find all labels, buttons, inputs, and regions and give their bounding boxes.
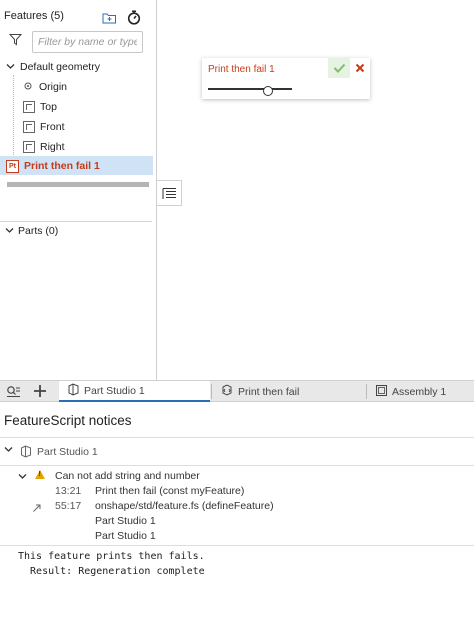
assembly-icon [375,384,388,400]
check-icon [333,63,345,73]
accept-button[interactable] [328,58,350,78]
trace-text: Part Studio 1 [95,530,156,542]
tab-label: Assembly 1 [392,385,447,398]
plane-icon [23,141,35,153]
tree-item-top[interactable]: Top [23,98,57,116]
feature-dialog: Print then fail 1 [202,58,370,99]
tab-label: Part Studio 1 [84,384,145,397]
chevron-down-icon[interactable] [18,472,27,482]
dialog-title: Print then fail 1 [208,64,275,75]
warning-icon [35,470,45,479]
plane-label: Front [40,121,65,133]
chevron-down-icon[interactable] [4,445,13,455]
notice-group-label: Part Studio 1 [37,446,98,458]
close-icon [355,63,365,73]
rollback-bar[interactable] [7,182,149,187]
filter-input[interactable] [32,31,143,53]
plane-icon [23,101,35,113]
tab-assembly-1[interactable]: Assembly 1 [367,381,474,402]
feature-studio-icon [220,383,234,400]
feature-item-label: Print then fail 1 [24,160,100,172]
chevron-down-icon[interactable] [6,61,15,73]
notices-title: FeatureScript notices [4,413,132,428]
tree-item-right[interactable]: Right [23,138,65,156]
features-header: Features (5) [4,10,64,22]
tree-item-front[interactable]: Front [23,118,65,136]
tab-list-menu-icon[interactable] [6,385,21,401]
filter-icon[interactable] [8,33,23,49]
feature-panel: Features (5) Default geometry Origin Top… [0,0,157,380]
trace-text[interactable]: Print then fail (const myFeature) [95,485,244,497]
origin-icon [24,81,32,93]
add-tab-icon[interactable] [33,384,47,401]
notice-message: Can not add string and number [55,470,200,482]
plane-label: Top [40,101,57,113]
trace-line-number[interactable]: 55:17 [55,500,81,512]
divider [0,465,474,466]
feature-item-print-then-fail[interactable]: Pt Print then fail 1 [6,157,100,175]
console-output-line: Result: Regeneration complete [18,566,205,577]
trace-line-number[interactable]: 13:21 [55,485,81,497]
cancel-button[interactable] [350,58,370,78]
part-studio-icon [67,382,80,399]
divider [0,437,474,438]
tab-bar: Part Studio 1 Print then fail Assembly 1 [0,380,474,402]
plane-icon [23,121,35,133]
tab-label: Print then fail [238,385,300,398]
default-geometry-label: Default geometry [20,61,100,73]
new-folder-icon[interactable] [102,11,117,27]
origin-label: Origin [39,81,68,93]
stopwatch-icon[interactable] [127,10,141,28]
trace-text: Part Studio 1 [95,515,156,527]
tab-part-studio-1[interactable]: Part Studio 1 [59,381,210,402]
parts-label: Parts (0) [18,225,59,237]
slider-track[interactable] [208,88,292,90]
feature-list-toggle-button[interactable] [157,180,182,206]
feature-type-badge: Pt [6,159,19,173]
tree-connector [13,75,14,155]
chevron-down-icon[interactable] [5,225,14,237]
jump-to-source-icon[interactable] [32,503,42,516]
tab-print-then-fail[interactable]: Print then fail [212,381,364,402]
list-icon [162,187,176,199]
trace-text[interactable]: onshape/std/feature.fs (defineFeature) [95,500,274,512]
default-geometry-node[interactable]: Default geometry [6,58,100,76]
console-output-line: This feature prints then fails. [18,551,205,562]
parts-node[interactable]: Parts (0) [5,222,58,240]
plane-label: Right [40,141,65,153]
part-studio-icon [20,445,32,461]
tree-item-origin[interactable]: Origin [24,78,67,96]
divider [0,545,474,546]
